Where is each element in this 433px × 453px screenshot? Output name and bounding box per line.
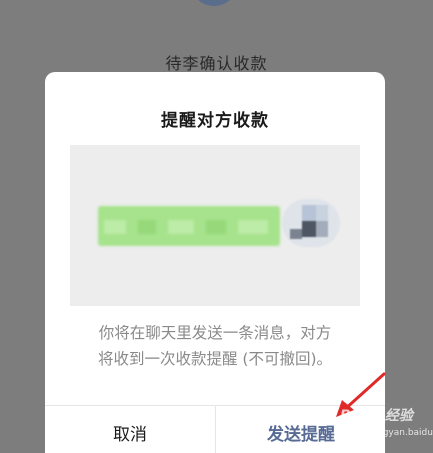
blurred-block <box>168 220 194 234</box>
dialog-title: 提醒对方收款 <box>161 111 269 131</box>
message-line: 将收到一次收款提醒 (不可撤回)。 <box>97 350 333 368</box>
cancel-button[interactable]: 取消 <box>45 405 215 453</box>
chat-bubble-preview <box>98 206 280 246</box>
dialog-message: 你将在聊天里发送一条消息，对方 将收到一次收款提醒 (不可撤回)。 <box>75 320 355 372</box>
watermark-brand: Baidu经验 <box>340 408 413 424</box>
watermark-url: jingyan.baidu.com <box>372 428 433 438</box>
payment-status-text: 待李确认收款 <box>165 54 268 73</box>
blurred-block <box>104 220 126 234</box>
blurred-block <box>138 220 156 234</box>
payer-avatar-icon <box>190 0 238 6</box>
blurred-block <box>206 220 226 234</box>
sender-avatar-icon <box>282 199 340 247</box>
screen: 待李确认收款 提醒对方收款 你将在聊天里发送一条消息，对方 将收到一次收款提醒 … <box>0 0 433 453</box>
message-preview <box>70 145 360 306</box>
blurred-block <box>238 220 268 234</box>
message-line: 你将在聊天里发送一条消息，对方 <box>98 324 332 342</box>
